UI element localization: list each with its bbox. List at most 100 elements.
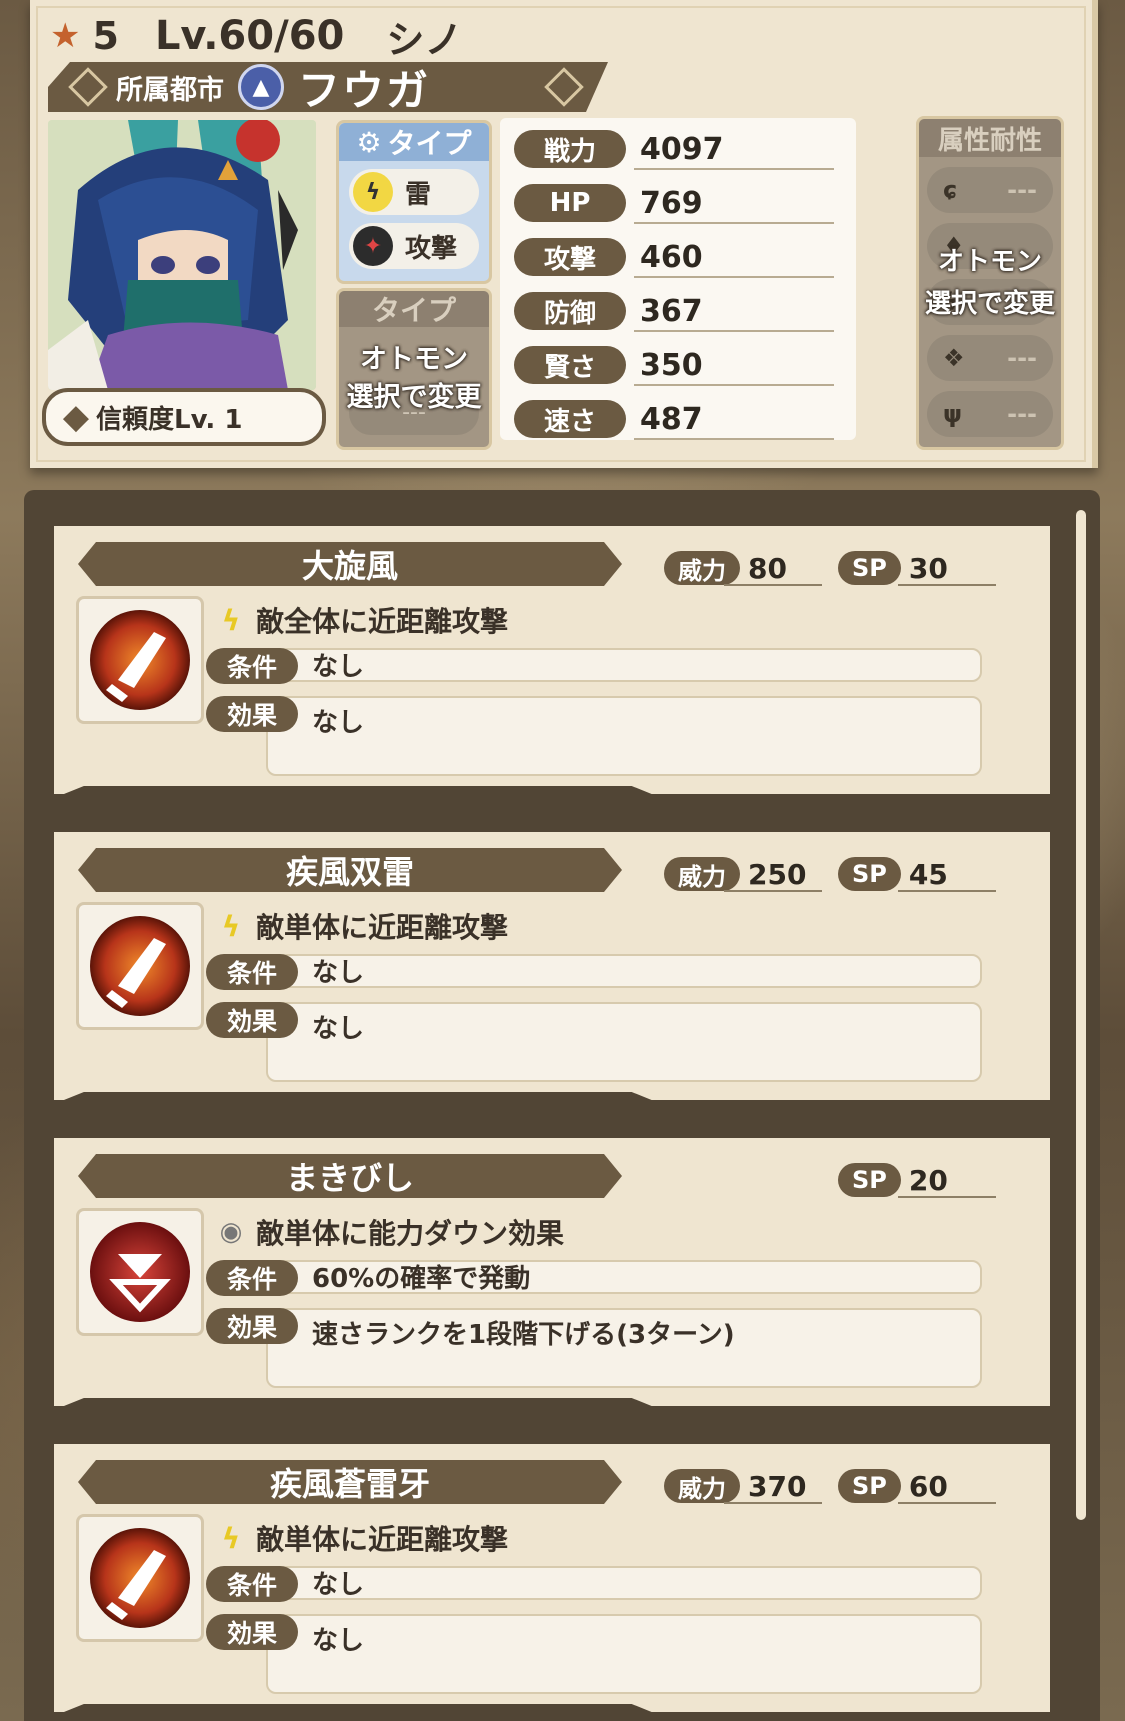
trust-heart-icon: ◆ [62,397,90,437]
trust-level: 信頼度Lv. 1 [96,404,243,435]
skill-description: ◉ 敵単体に能力ダウン効果 [214,1212,564,1252]
type-header: ⚙ タイプ [339,123,489,161]
skill-icon [76,1208,204,1336]
resist-value: --- [1007,400,1037,428]
otomon-overlay-line2: 選択で変更 [346,382,482,413]
condition-value: なし [266,954,982,988]
resist-value: --- [1007,176,1037,204]
character-header: ★ 5 Lv.60/60 シノ [50,12,462,62]
thunder-icon: ϟ [221,603,241,637]
stat-row: 速さ 487 [514,398,844,440]
skill-card[interactable]: 疾風蒼雷牙 威力 370 SP 60 ϟ 敵単体に近距離攻撃 なし 条件 なし … [54,1444,1050,1712]
skill-sp: SP 60 [838,1468,996,1504]
otomon-overlay-line1: オトモン [360,344,468,375]
stat-value: 487 [640,401,703,437]
power-label: 威力 [664,857,740,891]
skill-desc-text: 敵単体に近距離攻撃 [256,911,509,944]
star-icon: ★ [50,16,81,56]
stat-label: 賢さ [514,346,626,384]
condition-label: 条件 [206,1260,298,1296]
debuff-skill-icon [90,1222,190,1322]
resistance-panel: 属性耐性 ɕ --- ♦ ϟ ❖ --- ψ --- オトモン 選択で変更 [916,116,1064,450]
skill-sp: SP 45 [838,856,996,892]
power-value: 370 [748,1469,807,1503]
stat-value: 4097 [640,131,724,167]
type-role-label: 攻撃 [405,233,458,264]
blade-skill-icon [90,1528,190,1628]
condition-value: 60%の確率で発動 [266,1260,982,1294]
otomon-type-header: タイプ [339,291,489,327]
diamond-icon [68,67,108,107]
blade-skill-icon [90,916,190,1016]
stat-value: 460 [640,239,703,275]
skill-list[interactable]: 大旋風 威力 80 SP 30 ϟ 敵全体に近距離攻撃 なし 条件 なし 効果 … [24,490,1100,1721]
skill-icon [76,596,204,724]
skill-desc-text: 敵単体に近距離攻撃 [256,1523,509,1556]
skill-desc-text: 敵単体に能力ダウン効果 [256,1217,565,1250]
stat-label: 防御 [514,292,626,330]
stats-panel: 戦力 4097 HP 769 攻撃 460 防御 367 賢さ 350 速さ 4… [500,118,856,440]
fire-icon: ɕ [943,176,958,204]
skill-sp: SP 20 [838,1162,996,1198]
stat-label: 戦力 [514,130,626,168]
skill-power: 威力 80 [664,550,822,586]
skill-power: 威力 250 [664,856,822,892]
level: Lv.60/60 [154,13,345,59]
character-name: シノ [386,17,463,62]
sp-value: 20 [908,1163,948,1197]
skill-name: 疾風蒼雷牙 [78,1460,622,1504]
character-card: ★ 5 Lv.60/60 シノ 所属都市 ▲ フウガ ◆ 信頼度Lv. 1 ⚙ … [30,0,1098,468]
effect-value: 速さランクを1段階下げる(3ターン) [266,1308,982,1388]
thunder-icon: ϟ [221,1521,241,1555]
city-name: フウガ [298,65,431,115]
ice-icon: ❖ [943,344,965,372]
resistance-header: 属性耐性 [919,119,1061,157]
resist-row-ice: ❖ --- [927,335,1053,381]
thunder-icon: ϟ [353,172,393,212]
character-portrait [48,120,316,390]
skill-card[interactable]: 疾風双雷 威力 250 SP 45 ϟ 敵単体に近距離攻撃 なし 条件 なし 効… [54,832,1050,1100]
effect-value: なし [266,1002,982,1082]
skill-description: ϟ 敵単体に近距離攻撃 [214,1518,508,1558]
effect-label: 効果 [206,1002,298,1038]
stat-value: 350 [640,347,703,383]
skill-name: 疾風双雷 [78,848,622,892]
condition-label: 条件 [206,648,298,684]
stat-label: 速さ [514,400,626,438]
stat-label: HP [514,184,626,222]
city-emblem-icon: ▲ [238,64,284,110]
diamond-icon [544,67,584,107]
city-label: 所属都市 [116,74,224,106]
skill-icon [76,902,204,1030]
power-value: 80 [748,551,787,585]
skill-sp: SP 30 [838,550,996,586]
stat-value: 367 [640,293,703,329]
condition-value: なし [266,1566,982,1600]
skill-card[interactable]: まきびし SP 20 ◉ 敵単体に能力ダウン効果 60%の確率で発動 条件 速さ… [54,1138,1050,1406]
condition-label: 条件 [206,954,298,990]
stat-row: 防御 367 [514,290,844,332]
effect-label: 効果 [206,1308,298,1344]
sword-icon: ✦ [353,226,393,266]
skill-name: 大旋風 [78,542,622,586]
sp-value: 30 [908,551,948,585]
trust-level-badge[interactable]: ◆ 信頼度Lv. 1 [42,388,326,446]
thunder-icon: ϟ [221,909,241,943]
resist-overlay-line1: オトモン [937,247,1042,277]
skill-card[interactable]: 大旋風 威力 80 SP 30 ϟ 敵全体に近距離攻撃 なし 条件 なし 効果 [54,526,1050,794]
skill-desc-text: 敵全体に近距離攻撃 [256,605,509,638]
skill-power: 威力 370 [664,1468,822,1504]
stat-label: 攻撃 [514,238,626,276]
stat-row: 賢さ 350 [514,344,844,386]
neutral-element-icon: ◉ [219,1217,243,1247]
effect-label: 効果 [206,696,298,732]
type-header-label: タイプ [387,127,472,160]
sp-label: SP [838,1163,901,1197]
scrollbar[interactable] [1076,510,1086,1520]
type-icon: ⚙ [356,125,382,159]
power-label: 威力 [664,551,740,585]
stat-row: HP 769 [514,182,844,224]
sp-value: 60 [908,1469,948,1503]
type-element-label: 雷 [405,179,432,210]
resist-overlay-line2: 選択で変更 [924,289,1055,319]
